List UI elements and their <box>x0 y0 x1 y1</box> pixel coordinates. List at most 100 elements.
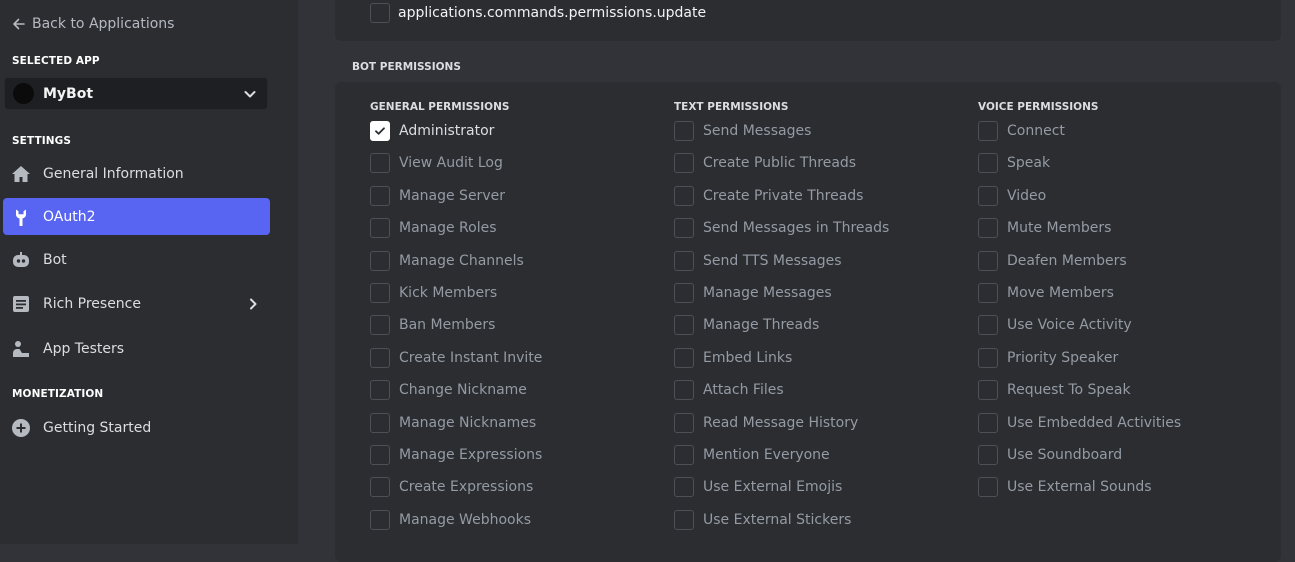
permission-kick-members[interactable]: Kick Members <box>370 283 497 303</box>
permission-move-members[interactable]: Move Members <box>978 283 1114 303</box>
permission-video[interactable]: Video <box>978 185 1046 206</box>
permission-send-messages[interactable]: Send Messages <box>674 121 811 141</box>
permission-manage-channels[interactable]: Manage Channels <box>370 250 524 271</box>
checkbox[interactable] <box>674 380 694 401</box>
checkbox[interactable] <box>978 347 998 368</box>
permission-use-external-sounds[interactable]: Use External Sounds <box>978 477 1152 498</box>
checkbox[interactable] <box>674 445 694 465</box>
checkbox[interactable] <box>370 380 390 401</box>
checkbox[interactable] <box>370 315 390 336</box>
home-icon <box>10 163 32 185</box>
permission-label: Manage Channels <box>399 252 524 269</box>
checkbox[interactable] <box>978 153 998 174</box>
permission-label: Create Private Threads <box>703 187 864 204</box>
checkbox[interactable] <box>674 509 694 530</box>
permission-mention-everyone[interactable]: Mention Everyone <box>674 445 830 465</box>
permission-request-to-speak[interactable]: Request To Speak <box>978 380 1131 401</box>
checkbox[interactable] <box>674 250 694 271</box>
permission-view-audit-log[interactable]: View Audit Log <box>370 153 503 174</box>
permission-change-nickname[interactable]: Change Nickname <box>370 380 527 401</box>
checkbox[interactable] <box>674 347 694 368</box>
checkbox[interactable] <box>674 153 694 174</box>
permission-use-voice-activity[interactable]: Use Voice Activity <box>978 315 1132 336</box>
permission-create-private-threads[interactable]: Create Private Threads <box>674 185 864 206</box>
permission-manage-nicknames[interactable]: Manage Nicknames <box>370 412 536 433</box>
permission-label: Use Embedded Activities <box>1007 414 1182 431</box>
permission-manage-expressions[interactable]: Manage Expressions <box>370 445 542 465</box>
permission-administrator[interactable]: Administrator <box>370 121 494 141</box>
checkbox[interactable] <box>370 218 390 239</box>
checkbox[interactable] <box>370 347 390 368</box>
permission-embed-links[interactable]: Embed Links <box>674 347 793 368</box>
permission-label: Manage Expressions <box>399 447 543 463</box>
sidebar-item-label: Rich Presence <box>43 295 141 312</box>
checkbox[interactable] <box>674 218 694 239</box>
scope-checkbox[interactable] <box>370 3 390 23</box>
permission-use-embedded-activities[interactable]: Use Embedded Activities <box>978 412 1182 433</box>
checkbox[interactable] <box>978 250 998 271</box>
checkbox[interactable] <box>370 185 390 206</box>
text-permissions-heading: TEXT PERMISSIONS <box>674 101 789 113</box>
checkbox-checked[interactable] <box>370 121 390 141</box>
permission-manage-webhooks[interactable]: Manage Webhooks <box>370 509 531 530</box>
permission-manage-threads[interactable]: Manage Threads <box>674 315 819 336</box>
permission-deafen-members[interactable]: Deafen Members <box>978 250 1127 271</box>
permission-ban-members[interactable]: Ban Members <box>370 315 495 336</box>
permission-label: Kick Members <box>399 285 498 301</box>
checkbox[interactable] <box>370 445 390 465</box>
permission-connect[interactable]: Connect <box>978 121 1065 141</box>
sidebar-item-oauth2[interactable]: OAuth2 <box>3 198 270 235</box>
checkbox[interactable] <box>978 218 998 239</box>
checkbox[interactable] <box>370 412 390 433</box>
checkbox[interactable] <box>370 250 390 271</box>
permission-use-soundboard[interactable]: Use Soundboard <box>978 445 1122 465</box>
checkbox[interactable] <box>978 185 998 206</box>
permission-create-expressions[interactable]: Create Expressions <box>370 477 533 498</box>
permission-mute-members[interactable]: Mute Members <box>978 218 1111 239</box>
checkbox[interactable] <box>978 380 998 401</box>
checkbox[interactable] <box>978 412 998 433</box>
permission-send-tts-messages[interactable]: Send TTS Messages <box>674 250 842 271</box>
checkbox[interactable] <box>674 477 694 498</box>
back-to-applications-link[interactable]: Back to Applications <box>12 15 174 33</box>
checkbox[interactable] <box>370 477 390 498</box>
permission-send-messages-in-threads[interactable]: Send Messages in Threads <box>674 218 889 239</box>
permission-label: Embed Links <box>703 349 793 366</box>
sidebar-item-rich-presence[interactable]: Rich Presence <box>3 285 270 322</box>
sidebar-item-app-testers[interactable]: App Testers <box>3 330 270 367</box>
permission-label: Request To Speak <box>1007 382 1131 399</box>
checkbox[interactable] <box>978 445 998 465</box>
permission-attach-files[interactable]: Attach Files <box>674 380 784 401</box>
permission-use-external-stickers[interactable]: Use External Stickers <box>674 509 851 530</box>
sidebar-item-bot[interactable]: Bot <box>3 241 270 278</box>
sidebar-item-label: General Information <box>43 165 184 182</box>
checkbox[interactable] <box>370 283 390 303</box>
permission-use-external-emojis[interactable]: Use External Emojis <box>674 477 842 498</box>
scope-row[interactable]: applications.commands.permissions.update <box>370 3 706 23</box>
checkbox[interactable] <box>674 412 694 433</box>
permission-read-message-history[interactable]: Read Message History <box>674 412 858 433</box>
checkbox[interactable] <box>674 315 694 336</box>
checkbox[interactable] <box>370 509 390 530</box>
permission-label: Manage Webhooks <box>399 511 531 528</box>
checkbox[interactable] <box>674 121 694 141</box>
permission-label: Send Messages <box>703 123 812 139</box>
app-selector-dropdown[interactable]: MyBot <box>4 77 268 110</box>
permission-manage-messages[interactable]: Manage Messages <box>674 283 832 303</box>
checkbox[interactable] <box>978 315 998 336</box>
permission-create-instant-invite[interactable]: Create Instant Invite <box>370 347 542 368</box>
checkbox[interactable] <box>978 477 998 498</box>
sidebar-item-getting-started[interactable]: Getting Started <box>3 409 270 446</box>
checkbox[interactable] <box>978 121 998 141</box>
permission-create-public-threads[interactable]: Create Public Threads <box>674 153 856 174</box>
sidebar-item-general-information[interactable]: General Information <box>3 155 270 192</box>
permission-speak[interactable]: Speak <box>978 153 1050 174</box>
checkbox[interactable] <box>674 283 694 303</box>
checkbox[interactable] <box>370 153 390 174</box>
permission-priority-speaker[interactable]: Priority Speaker <box>978 347 1118 368</box>
checkbox[interactable] <box>674 185 694 206</box>
voice-permissions-column: VOICE PERMISSIONS Connect Speak Video Mute … <box>978 100 1181 498</box>
checkbox[interactable] <box>978 283 998 303</box>
permission-manage-roles[interactable]: Manage Roles <box>370 218 497 239</box>
permission-manage-server[interactable]: Manage Server <box>370 185 505 206</box>
